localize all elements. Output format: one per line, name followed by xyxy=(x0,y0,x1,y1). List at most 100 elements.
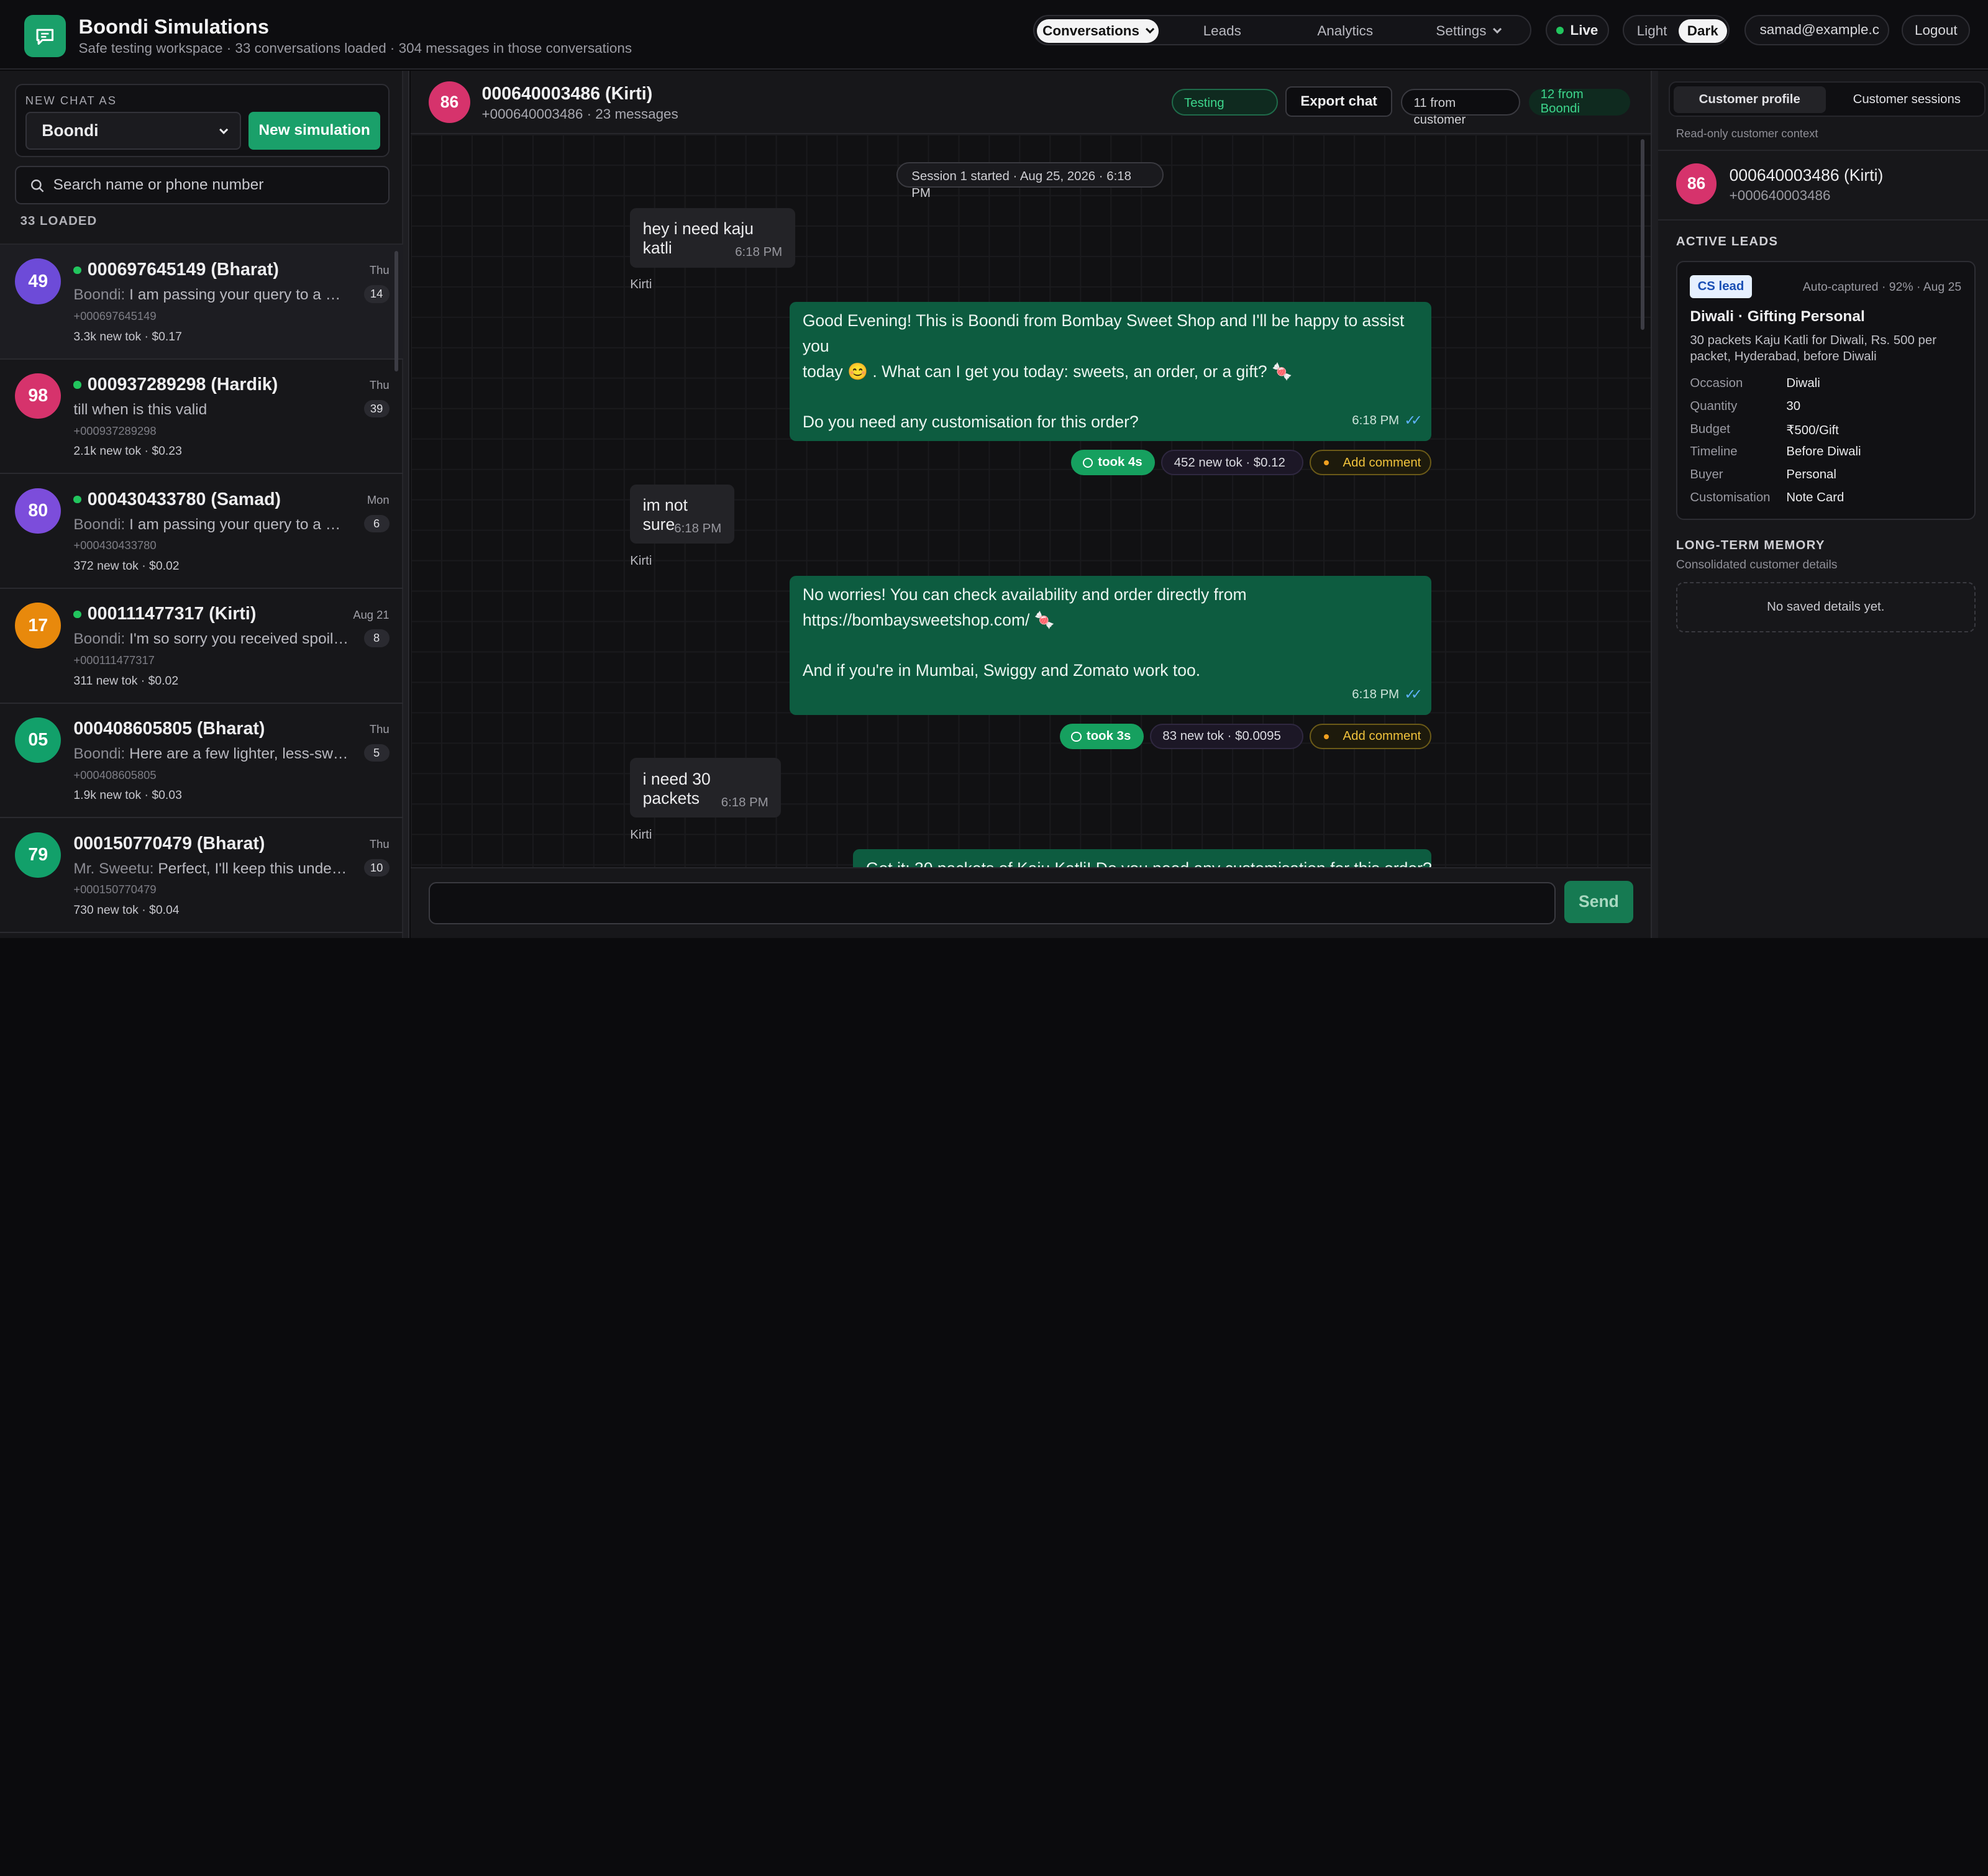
top-header: Boondi Simulations Safe testing workspac… xyxy=(0,0,1988,70)
right-resize-handle[interactable] xyxy=(1651,71,1659,939)
conversation-time: Thu xyxy=(369,837,390,850)
memory-subtitle: Consolidated customer details xyxy=(1676,557,1838,571)
incoming-message: i need 30 packets 6:18 PM xyxy=(630,758,782,818)
conversation-preview: Boondi: I'm so sorry you received spoile… xyxy=(73,631,350,648)
message-time: 6:18 PM xyxy=(1352,414,1400,428)
conversation-tokens: 1.9k new tok · $0.03 xyxy=(73,788,182,803)
conversation-time: Thu xyxy=(369,722,390,736)
export-chat-button[interactable]: Export chat xyxy=(1285,86,1392,117)
incoming-message: im not sure 6:18 PM xyxy=(630,484,734,544)
message-count-badge: 39 xyxy=(363,399,390,418)
message-time: 6:18 PM xyxy=(735,245,783,260)
nav-conversations-label: Conversations xyxy=(1042,22,1139,39)
conversation-phone: +000111477317 xyxy=(73,653,155,667)
new-chat-as-select[interactable]: Boondi xyxy=(25,111,241,150)
theme-light-button[interactable]: Light xyxy=(1628,19,1676,43)
message-time: 6:18 PM xyxy=(674,522,722,536)
chat-contact-sub: +000640003486 · 23 messages xyxy=(481,106,678,122)
message-line: today 😊 . What can I get you today: swee… xyxy=(802,362,1293,381)
chat-scrollbar[interactable] xyxy=(1640,139,1644,330)
new-simulation-button[interactable]: New simulation xyxy=(248,111,381,150)
token-cost-badge: 83 new tok · $0.0095 xyxy=(1150,724,1303,750)
conversation-sidebar: NEW CHAT AS Boondi New simulation 33 LOA… xyxy=(0,71,403,939)
avatar: 86 xyxy=(428,81,471,123)
conversation-tokens: 372 new tok · $0.02 xyxy=(73,558,180,573)
preview-sender: Boondi: xyxy=(73,745,125,762)
new-chat-label: NEW CHAT AS xyxy=(25,93,117,107)
app-title: Boondi Simulations xyxy=(78,15,269,39)
nav-settings[interactable]: Settings xyxy=(1407,19,1529,43)
sidebar-scrollbar[interactable] xyxy=(394,251,398,371)
live-dot-icon xyxy=(1556,26,1564,35)
conversation-item[interactable]: 79 000150770479 (Bharat) Thu Mr. Sweetu: Pe… xyxy=(0,818,403,933)
avatar: 98 xyxy=(15,373,61,419)
lead-field-value: Note Card xyxy=(1786,490,1844,504)
add-comment-button[interactable]: Add comment xyxy=(1310,724,1432,750)
online-dot-icon xyxy=(73,610,81,618)
session-divider: Session 1 started · Aug 25, 2026 · 6:18 … xyxy=(896,162,1164,200)
tab-customer-profile[interactable]: Customer profile xyxy=(1673,86,1826,113)
lead-field-key: Occasion xyxy=(1690,376,1743,391)
response-time-label: took 3s xyxy=(1086,729,1131,744)
preview-sender: Boondi: xyxy=(73,516,125,533)
message-input[interactable] xyxy=(428,882,1556,924)
outgoing-message: Good Evening! This is Boondi from Bombay… xyxy=(790,301,1432,442)
conversation-phone: +000430433780 xyxy=(73,539,157,552)
conversation-name: 000697645149 (Bharat) xyxy=(73,260,279,280)
composer: Send xyxy=(411,867,1651,939)
preview-text: I am passing your query to a Mit… xyxy=(125,516,350,533)
send-button[interactable]: Send xyxy=(1564,881,1633,923)
message-count-badge: 8 xyxy=(363,629,390,647)
message-sender: Kirti xyxy=(630,553,652,568)
active-leads-title: ACTIVE LEADS xyxy=(1676,234,1779,248)
conversation-tokens: 311 new tok · $0.02 xyxy=(73,673,179,688)
loaded-count: 33 LOADED xyxy=(20,214,98,228)
chevron-down-icon xyxy=(219,125,229,135)
left-resize-handle[interactable] xyxy=(403,71,410,939)
message-text: i need 30 packets xyxy=(642,769,711,808)
customer-phone: +000640003486 xyxy=(1729,187,1831,203)
conversation-name-text: 000430433780 (Samad) xyxy=(87,489,281,509)
theme-dark-button[interactable]: Dark xyxy=(1678,19,1727,43)
timer-icon xyxy=(1071,731,1082,742)
conversation-time: Aug 21 xyxy=(353,608,390,621)
lead-field-value: ₹500/Gift xyxy=(1786,423,1839,437)
conversation-phone: +000408605805 xyxy=(73,768,157,781)
conversation-item[interactable]: 05 000408605805 (Bharat) Thu Boondi: Here a… xyxy=(0,704,403,819)
from-customer-count: 11 from customer xyxy=(1401,88,1520,127)
new-chat-panel: NEW CHAT AS Boondi New simulation xyxy=(15,83,390,158)
nav-leads[interactable]: Leads xyxy=(1161,19,1283,43)
preview-text: Perfect, I'll keep this under… xyxy=(153,860,350,877)
nav-settings-label: Settings xyxy=(1436,22,1487,39)
lead-card: CS lead Auto-captured · 92% · Aug 25 Diw… xyxy=(1676,261,1976,520)
search-input[interactable] xyxy=(53,167,370,203)
message-area: Session 1 started · Aug 25, 2026 · 6:18 … xyxy=(411,134,1651,867)
nav-analytics[interactable]: Analytics xyxy=(1284,19,1406,43)
avatar: 49 xyxy=(15,258,61,304)
conversation-name-text: 000937289298 (Hardik) xyxy=(87,375,278,394)
tab-customer-sessions[interactable]: Customer sessions xyxy=(1831,86,1983,113)
conversation-item[interactable]: 80 000430433780 (Samad) Mon Boondi: I am pa… xyxy=(0,474,403,589)
message-time: 6:18 PM xyxy=(721,796,768,810)
readonly-note: Read-only customer context xyxy=(1676,127,1818,140)
conversation-name: 000150770479 (Bharat) xyxy=(73,834,265,854)
conversation-item[interactable]: 49 000697645149 (Bharat) Thu Boondi: I am p… xyxy=(0,244,403,360)
conversation-preview: Boondi: I am passing your query to a Mit… xyxy=(73,516,350,534)
message-line: Good Evening! This is Boondi from Bombay… xyxy=(802,311,1405,355)
search-box xyxy=(15,166,390,204)
lead-capture-info: Auto-captured · 92% · Aug 25 xyxy=(1802,280,1962,294)
online-dot-icon xyxy=(73,381,81,389)
nav-conversations[interactable]: Conversations xyxy=(1037,19,1159,43)
live-status[interactable]: Live xyxy=(1545,15,1609,46)
memory-title: LONG-TERM MEMORY xyxy=(1676,539,1825,553)
conversation-item[interactable]: 98 000937289298 (Hardik) Thu till when is t… xyxy=(0,360,403,475)
chat-panel: 86 000640003486 (Kirti) +000640003486 · … xyxy=(411,71,1651,939)
logout-button[interactable]: Logout xyxy=(1902,15,1971,46)
message-status: 6:18 PM ✓✓ xyxy=(1352,408,1423,434)
theme-toggle: Light Dark xyxy=(1623,15,1730,46)
add-comment-button[interactable]: Add comment xyxy=(1310,450,1432,476)
conversation-item[interactable]: 17 000111477317 (Kirti) Aug 21 Boondi: I'm … xyxy=(0,589,403,704)
user-email[interactable]: samad@example.c xyxy=(1744,15,1889,46)
live-label: Live xyxy=(1570,22,1598,38)
add-comment-label: Add comment xyxy=(1343,729,1421,744)
